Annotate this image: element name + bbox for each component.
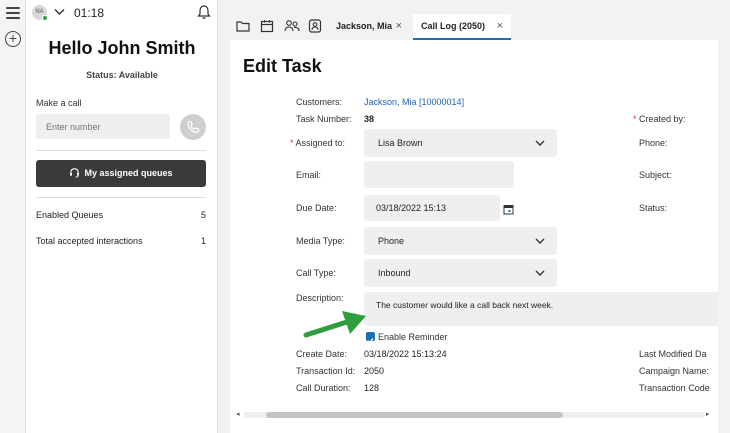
call-duration-value: 128	[364, 383, 380, 393]
scroll-left-arrow-icon[interactable]: ◂	[236, 410, 240, 418]
call-type-value: Inbound	[378, 268, 411, 278]
tab-call-log[interactable]: Call Log (2050) ×	[413, 14, 511, 40]
email-field[interactable]	[364, 161, 514, 188]
call-duration-label: Call Duration:	[296, 383, 351, 393]
presence-dot	[42, 15, 48, 21]
stat-label: Total accepted interactions	[36, 236, 143, 246]
enable-reminder-label: Enable Reminder	[378, 332, 448, 342]
phone-label: Phone:	[639, 138, 668, 148]
assigned-to-select[interactable]: Lisa Brown	[364, 129, 557, 157]
stat-value: 1	[200, 236, 206, 246]
chevron-down-icon[interactable]	[54, 8, 65, 19]
status-label: Status:	[639, 203, 668, 213]
customer-link[interactable]: Jackson, Mia [10000014]	[364, 97, 464, 107]
due-date-label: Due Date:	[296, 203, 337, 213]
last-modified-label: Last Modified Da	[639, 349, 707, 359]
agent-topbar: NA 01:18	[26, 0, 218, 26]
page-title: Edit Task	[243, 56, 322, 76]
agent-status: Status: Available	[86, 70, 158, 80]
workspace-tabbar: Jackson, Mia × Call Log (2050) ×	[228, 12, 718, 40]
stat-label: Enabled Queues	[36, 210, 104, 220]
greeting-heading: Hello John Smith	[48, 38, 196, 58]
tab-label: Jackson, Mia	[336, 21, 393, 31]
scroll-thumb[interactable]	[266, 412, 563, 418]
horizontal-scrollbar[interactable]: ◂ ▸	[236, 410, 712, 419]
tab-jackson-mia[interactable]: Jackson, Mia ×	[328, 14, 410, 40]
interaction-timer: 01:18	[74, 6, 105, 20]
stat-enabled-queues: Enabled Queues 5	[36, 210, 206, 220]
customers-label: Customers:	[296, 97, 343, 107]
media-type-select[interactable]: Phone	[364, 227, 557, 255]
chevron-down-icon	[535, 270, 545, 276]
stat-total-accepted: Total accepted interactions 1	[36, 236, 206, 246]
description-label: Description:	[296, 293, 344, 303]
edit-task-card: Edit Task Customers: Jackson, Mia [10000…	[230, 40, 718, 433]
transaction-id-value: 2050	[364, 366, 385, 376]
scroll-right-arrow-icon[interactable]: ▸	[706, 410, 710, 418]
call-type-label: Call Type:	[296, 268, 336, 278]
phone-number-input[interactable]	[36, 114, 170, 139]
left-rail: +	[0, 0, 26, 433]
task-number-value: 38	[364, 114, 375, 124]
email-label: Email:	[296, 170, 322, 180]
make-call-label: Make a call	[36, 98, 82, 108]
media-type-value: Phone	[378, 236, 405, 246]
campaign-name-label: Campaign Name:	[639, 366, 710, 376]
stat-value: 5	[200, 210, 206, 220]
enable-reminder-checkbox[interactable]	[366, 332, 375, 344]
transaction-code-label: Transaction Code	[639, 383, 710, 393]
agent-panel: NA 01:18 Hello John Smith Status: Availa…	[26, 0, 218, 433]
calendar-picker-icon[interactable]	[503, 202, 514, 215]
queues-button-label: My assigned queues	[84, 168, 173, 178]
contact-card-icon[interactable]	[308, 19, 322, 33]
media-type-label: Media Type:	[296, 236, 345, 246]
divider	[36, 150, 206, 151]
bell-icon[interactable]	[196, 4, 212, 20]
calendar-icon[interactable]	[260, 19, 274, 33]
chevron-down-icon	[535, 140, 545, 146]
add-icon[interactable]: +	[5, 31, 21, 47]
tab-label: Call Log (2050)	[421, 21, 486, 31]
divider	[36, 197, 206, 198]
create-date-label: Create Date:	[296, 349, 348, 359]
task-number-label: Task Number:	[296, 114, 352, 124]
created-by-label: * Created by:	[633, 114, 686, 124]
assigned-to-label: * Assigned to:	[290, 138, 346, 148]
chevron-down-icon	[535, 238, 545, 244]
folder-icon[interactable]	[236, 19, 250, 33]
annotation-arrow-icon	[303, 311, 366, 338]
hamburger-menu-icon[interactable]	[6, 7, 20, 19]
description-textarea[interactable]: The customer would like a call back next…	[364, 292, 718, 326]
assigned-to-value: Lisa Brown	[378, 138, 423, 148]
subject-label: Subject:	[639, 170, 672, 180]
contacts-icon[interactable]	[284, 19, 300, 33]
close-icon[interactable]: ×	[396, 14, 402, 38]
my-assigned-queues-button[interactable]: My assigned queues	[36, 160, 206, 187]
phone-icon	[187, 120, 200, 133]
dial-button[interactable]	[180, 114, 206, 140]
due-date-field[interactable]: 03/18/2022 15:13	[364, 195, 500, 221]
transaction-id-label: Transaction Id:	[296, 366, 356, 376]
checkmark-icon	[367, 338, 374, 344]
headset-icon	[70, 168, 80, 178]
call-type-select[interactable]: Inbound	[364, 259, 557, 287]
create-date-value: 03/18/2022 15:13:24	[364, 349, 447, 359]
close-icon[interactable]: ×	[497, 14, 503, 38]
